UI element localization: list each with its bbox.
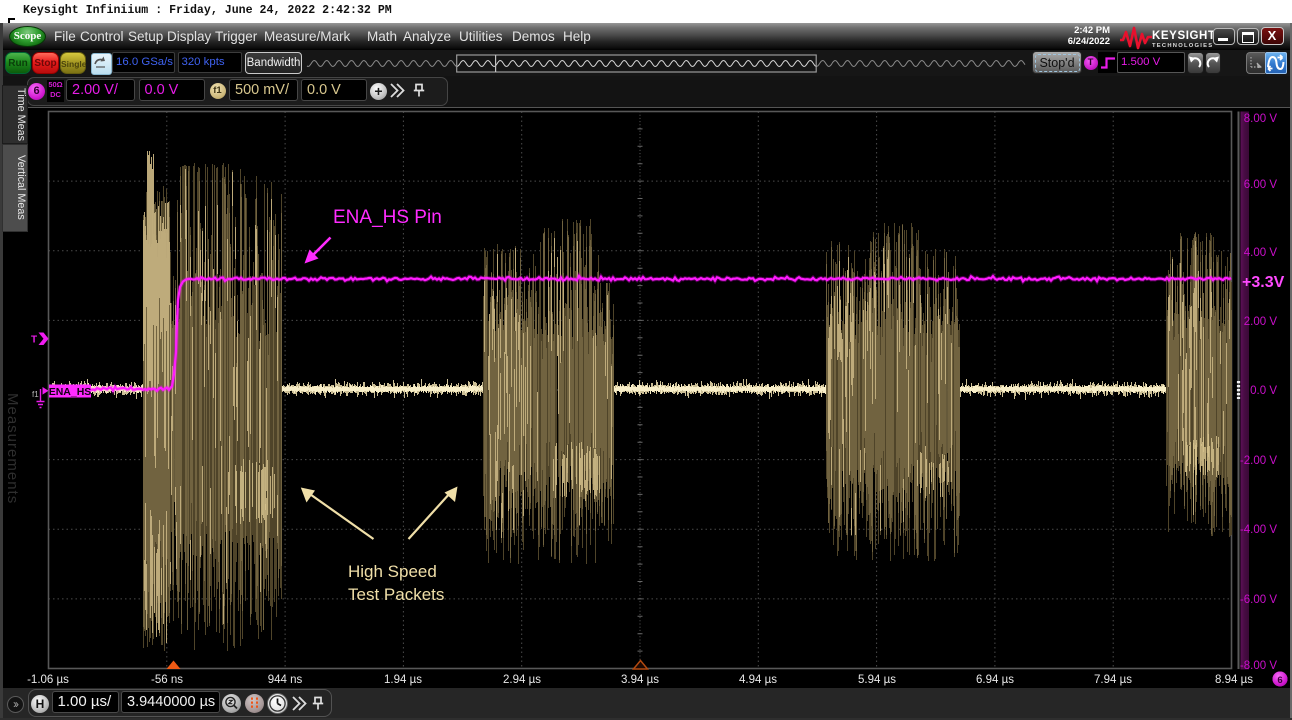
svg-text:8.00 V: 8.00 V [1244,113,1278,125]
svg-text:-8.00 V: -8.00 V [1240,660,1277,672]
svg-text:ENA_HS: ENA_HS [49,386,92,398]
svg-text:2.00 V: 2.00 V [1244,316,1278,328]
svg-text:944 ns: 944 ns [268,674,303,686]
svg-text:Test Packets: Test Packets [348,585,444,604]
svg-text:1.94 µs: 1.94 µs [384,674,422,686]
svg-text:-6.00 V: -6.00 V [1240,594,1277,606]
svg-text:-4.00 V: -4.00 V [1240,524,1277,536]
svg-text:+3.3V: +3.3V [1242,274,1285,291]
svg-text:4.00 V: 4.00 V [1244,247,1278,259]
svg-text:7.94 µs: 7.94 µs [1094,674,1132,686]
svg-text:6.94 µs: 6.94 µs [976,674,1014,686]
svg-text:6.00 V: 6.00 V [1244,179,1278,191]
svg-text:T: T [31,335,37,346]
svg-text:f1: f1 [32,390,39,399]
svg-text:0.0 V: 0.0 V [1250,385,1277,397]
svg-text:ENA_HS Pin: ENA_HS Pin [333,207,442,228]
svg-text:-56 ns: -56 ns [151,674,183,686]
svg-text:3.94 µs: 3.94 µs [621,674,659,686]
svg-text:-1.06 µs: -1.06 µs [27,674,69,686]
svg-text:-2.00 V: -2.00 V [1240,455,1277,467]
svg-text:8.94 µs: 8.94 µs [1215,674,1253,686]
svg-text:High Speed: High Speed [348,562,437,581]
svg-text:2.94 µs: 2.94 µs [503,674,541,686]
svg-text:6: 6 [1277,675,1282,686]
svg-text:5.94 µs: 5.94 µs [858,674,896,686]
svg-text:4.94 µs: 4.94 µs [739,674,777,686]
